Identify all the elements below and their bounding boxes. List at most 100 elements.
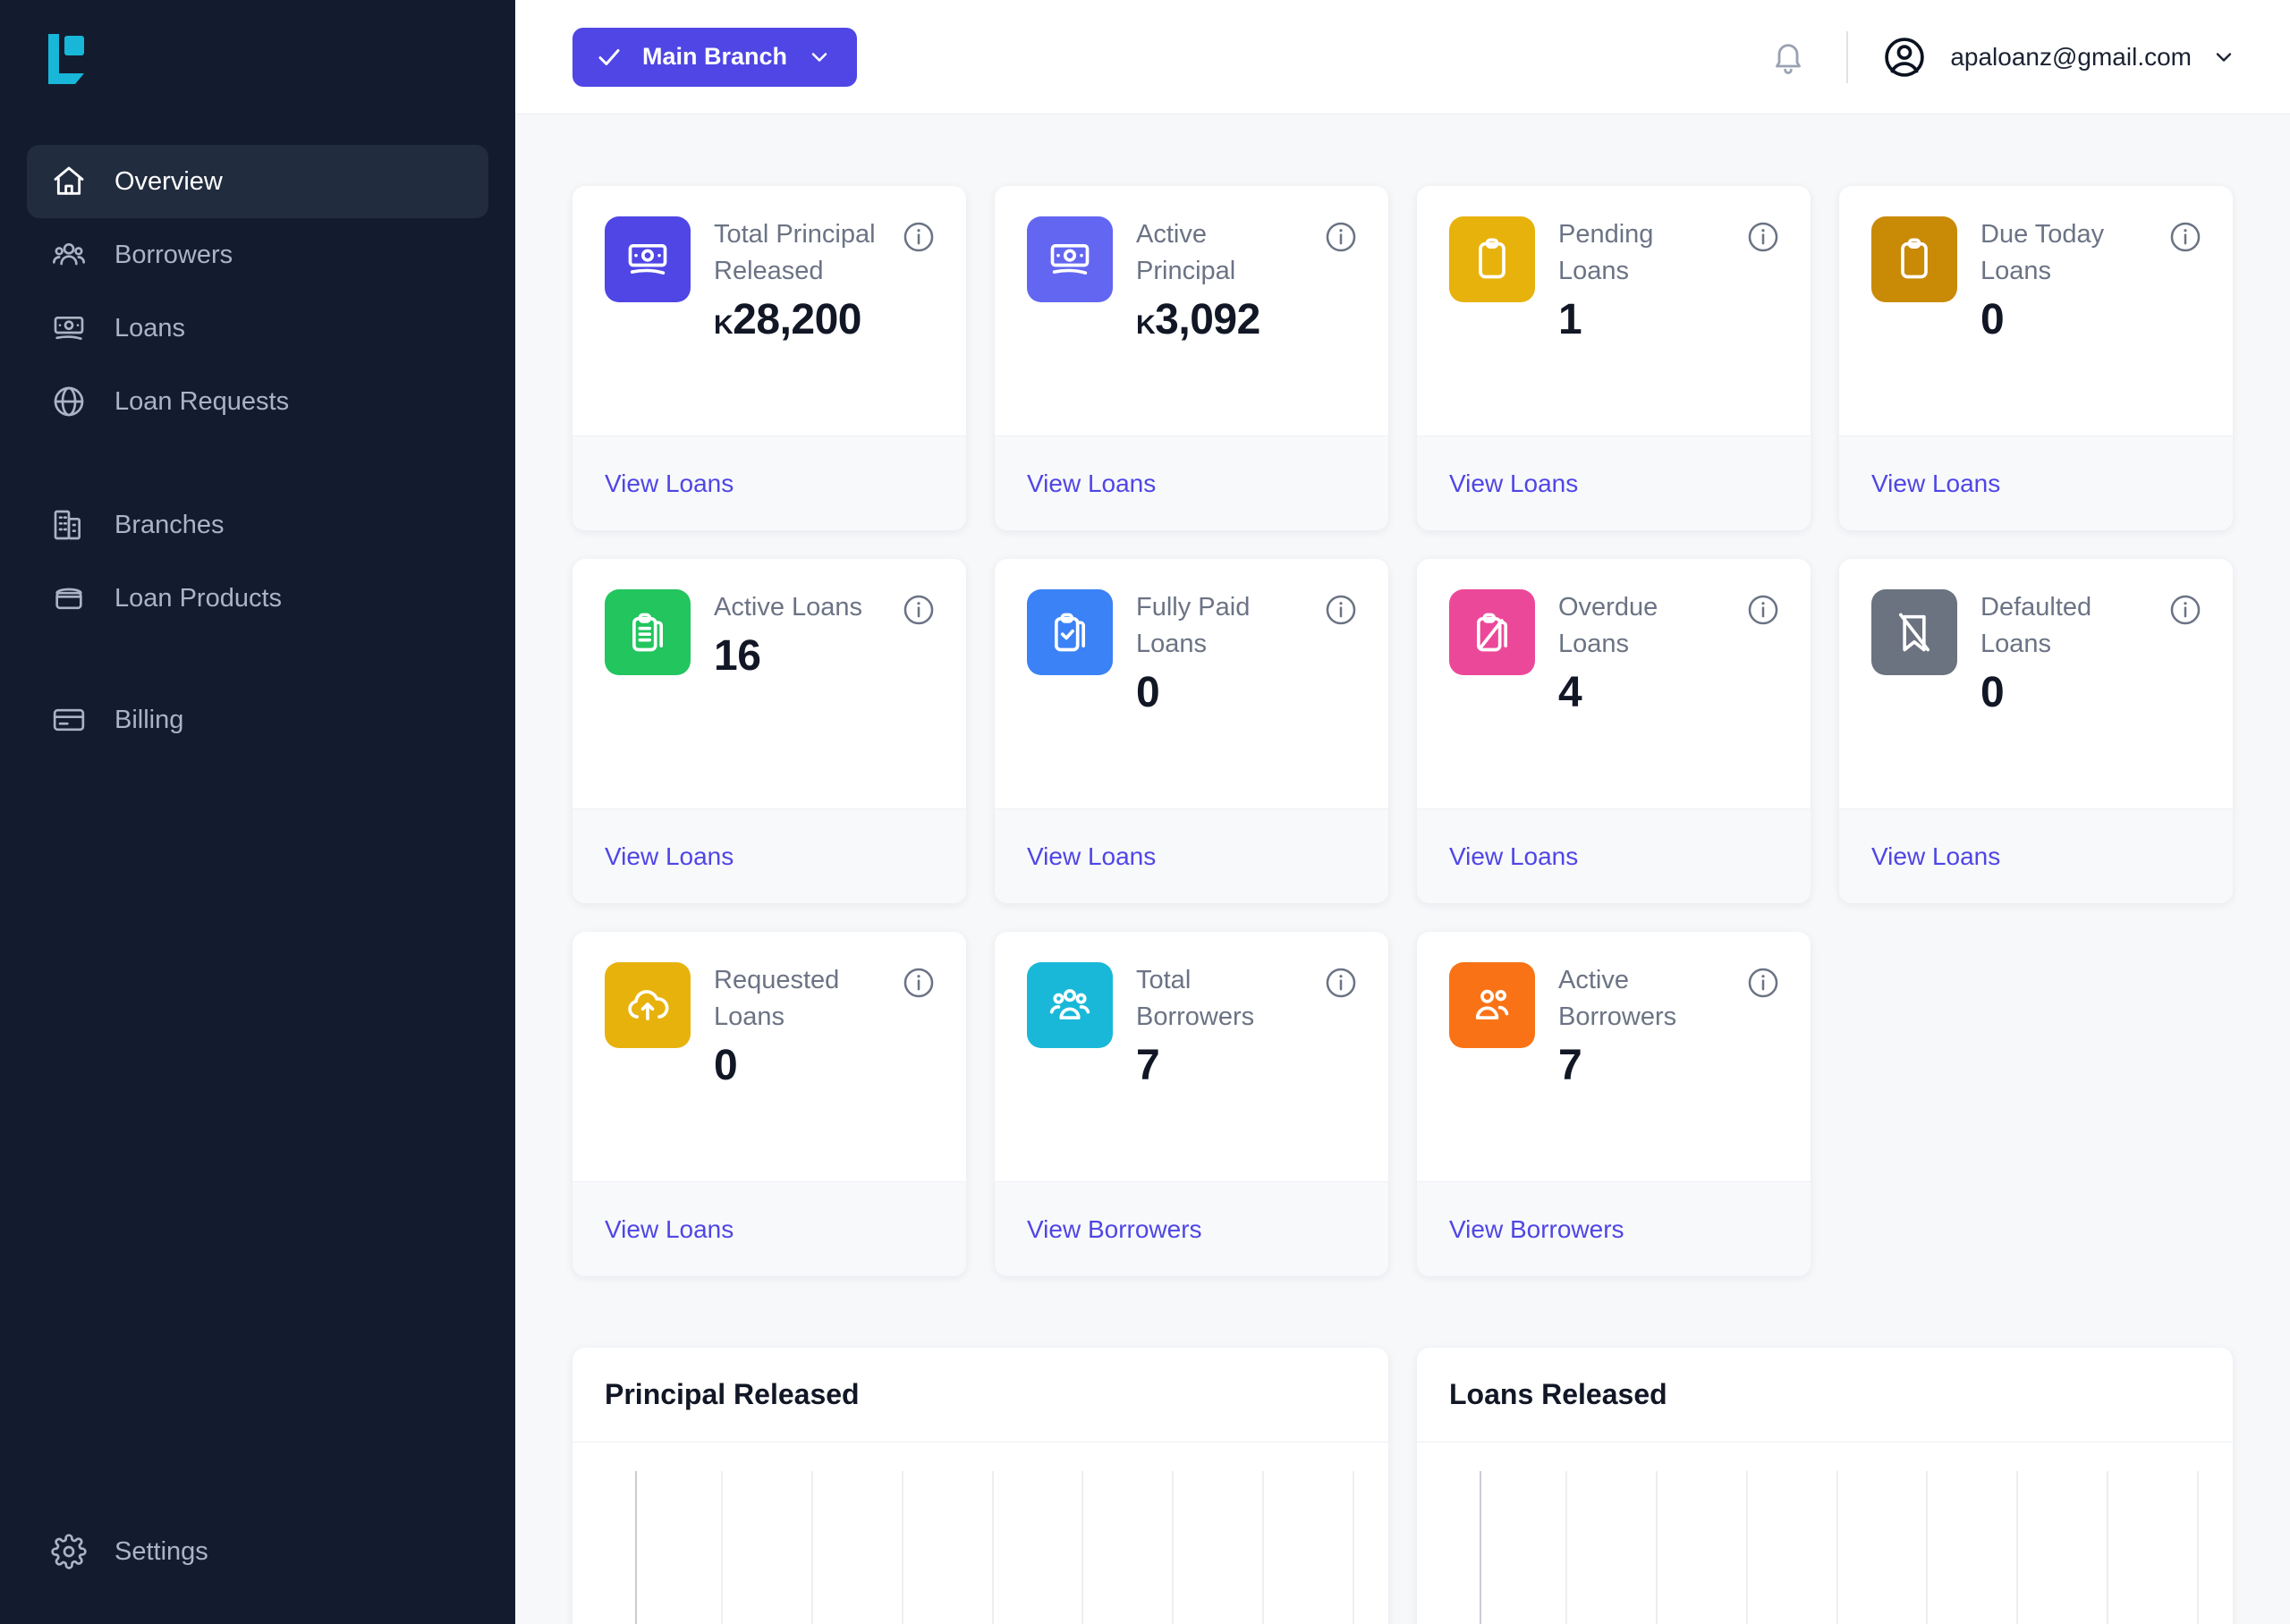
- app-logo[interactable]: [43, 30, 100, 88]
- stat-label: Due Today Loans: [1980, 220, 2105, 285]
- view-borrowers-link[interactable]: View Borrowers: [1449, 1215, 1624, 1244]
- gridline: [2016, 1471, 2019, 1624]
- stat-footer: View Loans: [995, 436, 1388, 530]
- info-icon[interactable]: [1746, 966, 1780, 1000]
- stat-number: 28,200: [733, 296, 861, 343]
- content-area: Total Principal Released K28,200 View Lo…: [515, 114, 2290, 1624]
- stat-footer: View Loans: [1839, 808, 2233, 903]
- view-loans-link[interactable]: View Loans: [1449, 842, 1578, 871]
- banknote-icon: [605, 216, 691, 302]
- bookmark-slash-icon: [1871, 589, 1957, 675]
- stat-label: Active Borrowers: [1558, 966, 1677, 1031]
- stat-label: Total Principal Released: [714, 220, 876, 285]
- bell-icon[interactable]: [1762, 31, 1814, 83]
- gridline: [1745, 1471, 1748, 1624]
- stat-number: 7: [1136, 1042, 1160, 1089]
- gridline: [1352, 1471, 1354, 1624]
- stat-label: Defaulted Loans: [1980, 593, 2092, 658]
- sidebar-item-settings[interactable]: Settings: [27, 1515, 488, 1588]
- sidebar-item-loan-products[interactable]: Loan Products: [27, 562, 488, 635]
- sidebar-item-label: Loan Products: [114, 583, 283, 613]
- view-loans-link[interactable]: View Loans: [605, 1215, 734, 1244]
- stat-number: 0: [714, 1042, 738, 1089]
- info-icon[interactable]: [1746, 593, 1780, 627]
- view-loans-link[interactable]: View Loans: [1027, 842, 1156, 871]
- topbar: Main Branch apaloanz@gmail.com: [515, 0, 2290, 114]
- stat-value: 16: [714, 631, 884, 681]
- sidebar-item-overview[interactable]: Overview: [27, 145, 488, 218]
- gridline: [811, 1471, 813, 1624]
- topbar-divider: [1846, 30, 1849, 83]
- sidebar-item-loans[interactable]: Loans: [27, 292, 488, 365]
- stat-value: 4: [1558, 668, 1728, 717]
- chart-header: Loans Released: [1417, 1348, 2233, 1442]
- gridline: [2196, 1471, 2199, 1624]
- info-icon[interactable]: [1324, 593, 1358, 627]
- clipboard-icon: [1449, 216, 1535, 302]
- sidebar-item-loan-requests[interactable]: Loan Requests: [27, 365, 488, 438]
- stat-body: Total Principal Released K28,200: [572, 186, 966, 436]
- user-email: apaloanz@gmail.com: [1950, 42, 2192, 71]
- building-icon: [50, 506, 88, 544]
- info-icon[interactable]: [1324, 220, 1358, 254]
- gridline: [1926, 1471, 1929, 1624]
- info-icon[interactable]: [902, 220, 936, 254]
- check-icon: [596, 44, 623, 71]
- view-loans-link[interactable]: View Loans: [1449, 469, 1578, 498]
- view-loans-link[interactable]: View Loans: [1027, 469, 1156, 498]
- info-icon[interactable]: [902, 966, 936, 1000]
- stat-body: Pending Loans 1: [1417, 186, 1811, 436]
- users-icon: [1449, 962, 1535, 1048]
- view-loans-link[interactable]: View Loans: [605, 469, 734, 498]
- info-icon[interactable]: [2168, 593, 2202, 627]
- chart-plot-area: [572, 1442, 1388, 1624]
- nav-separator: [27, 635, 488, 683]
- gridline: [991, 1471, 994, 1624]
- info-icon[interactable]: [1324, 966, 1358, 1000]
- stat-number: 1: [1558, 296, 1582, 343]
- info-icon[interactable]: [902, 593, 936, 627]
- stat-body: Defaulted Loans 0: [1839, 559, 2233, 808]
- clipboard-alert-icon: [1449, 589, 1535, 675]
- stat-footer: View Loans: [572, 436, 966, 530]
- gridline: [1262, 1471, 1264, 1624]
- view-loans-link[interactable]: View Loans: [1871, 842, 2000, 871]
- stat-footer: View Borrowers: [1417, 1181, 1811, 1276]
- plot-area: [605, 1471, 1356, 1624]
- chart-plot-area: [1417, 1442, 2233, 1624]
- sidebar-item-label: Loans: [114, 313, 186, 343]
- sidebar-item-borrowers[interactable]: Borrowers: [27, 218, 488, 292]
- view-loans-link[interactable]: View Loans: [605, 842, 734, 871]
- credit-card-icon: [50, 701, 88, 739]
- stat-number: 0: [1980, 296, 2005, 343]
- stat-body: Active Borrowers 7: [1417, 932, 1811, 1181]
- gridline: [2107, 1471, 2108, 1624]
- info-icon[interactable]: [2168, 220, 2202, 254]
- stat-body: Active Principal K3,092: [995, 186, 1388, 436]
- chevron-down-icon[interactable]: [2211, 45, 2236, 70]
- gridline: [1479, 1471, 1481, 1624]
- sidebar-item-branches[interactable]: Branches: [27, 488, 488, 562]
- stat-card-pending-loans: Pending Loans 1 View Loans: [1417, 186, 1811, 530]
- stat-value: 0: [1980, 295, 2150, 344]
- stat-label: Requested Loans: [714, 966, 840, 1031]
- users-group-icon: [1027, 962, 1113, 1048]
- info-icon[interactable]: [1746, 220, 1780, 254]
- stat-card-grid: Total Principal Released K28,200 View Lo…: [572, 186, 2233, 1276]
- stat-card-total-principal-released: Total Principal Released K28,200 View Lo…: [572, 186, 966, 530]
- stat-footer: View Loans: [1839, 436, 2233, 530]
- sidebar-item-billing[interactable]: Billing: [27, 683, 488, 757]
- stat-number: 0: [1980, 669, 2005, 716]
- user-circle-icon[interactable]: [1880, 33, 1929, 81]
- stat-value: 7: [1136, 1041, 1306, 1090]
- gridline: [901, 1471, 903, 1624]
- stat-label: Overdue Loans: [1558, 593, 1658, 658]
- branch-selector[interactable]: Main Branch: [572, 27, 858, 87]
- stat-body: Active Loans 16: [572, 559, 966, 808]
- box-icon: [50, 579, 88, 617]
- sidebar-item-label: Branches: [114, 510, 225, 539]
- view-borrowers-link[interactable]: View Borrowers: [1027, 1215, 1202, 1244]
- stat-value: 7: [1558, 1041, 1728, 1090]
- view-loans-link[interactable]: View Loans: [1871, 469, 2000, 498]
- stat-number: 16: [714, 632, 761, 680]
